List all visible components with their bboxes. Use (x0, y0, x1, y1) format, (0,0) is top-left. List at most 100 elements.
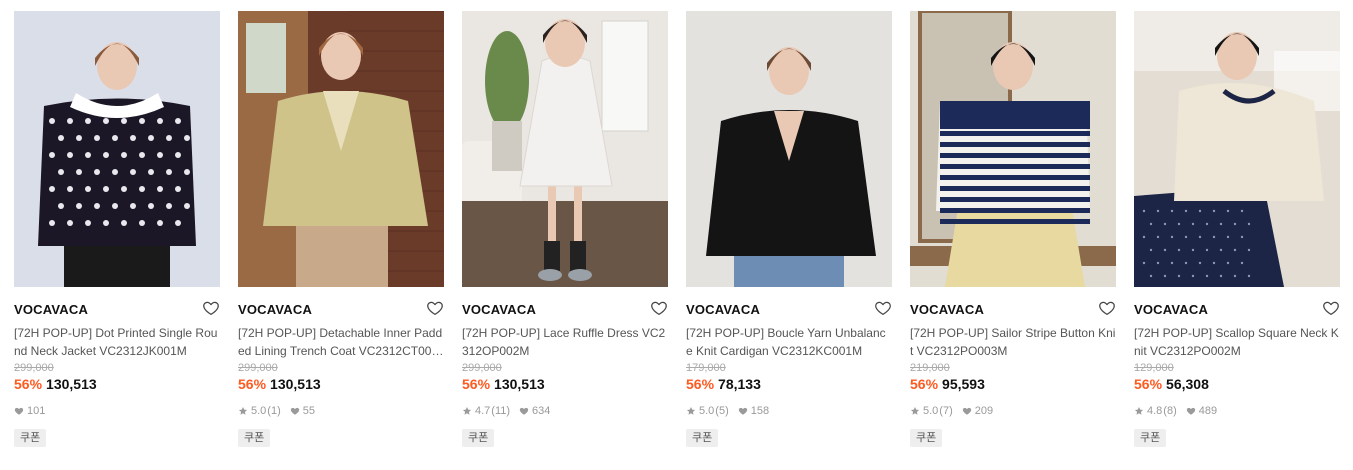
product-image[interactable] (686, 11, 892, 287)
product-image[interactable] (1134, 11, 1340, 287)
product-title[interactable]: [72H POP-UP] Scallop Square Neck Knit VC… (1134, 324, 1340, 360)
star-icon (238, 407, 248, 415)
product-image[interactable] (14, 11, 220, 287)
rating-value: 5.0 (251, 405, 267, 417)
review-meta: 4.7 (11) 634 (462, 404, 668, 418)
sale-price: 130,513 (270, 376, 321, 392)
star-icon (462, 407, 472, 415)
product-image[interactable] (910, 11, 1116, 287)
discount-rate: 56% (910, 376, 939, 392)
product-title[interactable]: [72H POP-UP] Dot Printed Single Round Ne… (14, 324, 220, 360)
brand-name[interactable]: VOCAVACA (686, 302, 760, 317)
product-title[interactable]: [72H POP-UP] Lace Ruffle Dress VC2312OP0… (462, 324, 668, 360)
price-row: 56% 78,133 (686, 375, 892, 393)
like-group: 55 (290, 404, 315, 418)
brand-row: VOCAVACA (686, 301, 892, 319)
brand-row: VOCAVACA (14, 301, 220, 319)
star-icon (910, 407, 920, 415)
brand-name[interactable]: VOCAVACA (14, 302, 88, 317)
heart-filled-icon (519, 407, 529, 415)
product-card[interactable]: VOCAVACA [72H POP-UP] Boucle Yarn Unbala… (686, 11, 892, 447)
like-count: 158 (750, 405, 770, 417)
product-card[interactable]: VOCAVACA [72H POP-UP] Dot Printed Single… (14, 11, 220, 447)
coupon-badge: 쿠폰 (686, 429, 719, 447)
product-image[interactable] (462, 11, 668, 287)
heart-filled-icon (1186, 407, 1195, 415)
product-image[interactable] (238, 11, 444, 287)
price-row: 56% 130,513 (462, 375, 668, 393)
heart-filled-icon (14, 407, 24, 415)
brand-row: VOCAVACA (910, 301, 1116, 319)
price-row: 56% 95,593 (910, 375, 1116, 393)
brand-row: VOCAVACA (238, 301, 444, 319)
brand-name[interactable]: VOCAVACA (238, 302, 312, 317)
like-count: 101 (27, 405, 46, 417)
coupon-badge: 쿠폰 (462, 429, 495, 447)
rating-value: 5.0 (923, 405, 939, 417)
original-price: 299,000 (462, 362, 502, 374)
price-row: 56% 130,513 (238, 375, 444, 393)
star-icon (686, 407, 696, 415)
product-photo (14, 11, 220, 287)
review-meta: 5.0 (7) 209 (910, 404, 1116, 418)
wishlist-heart-icon[interactable] (1098, 299, 1116, 317)
original-price: 179,000 (686, 362, 726, 374)
coupon-badge: 쿠폰 (910, 429, 943, 447)
coupon-badge: 쿠폰 (1134, 429, 1167, 447)
product-title[interactable]: [72H POP-UP] Sailor Stripe Button Knit V… (910, 324, 1116, 360)
original-price: 299,000 (14, 362, 54, 374)
review-count: (11) (491, 405, 511, 417)
like-group: 489 (1186, 404, 1217, 418)
price-row: 56% 56,308 (1134, 375, 1340, 393)
heart-filled-icon (738, 407, 747, 415)
like-group: 158 (738, 404, 769, 418)
wishlist-heart-icon[interactable] (874, 299, 892, 317)
discount-rate: 56% (462, 376, 491, 392)
discount-rate: 56% (238, 376, 267, 392)
product-card[interactable]: VOCAVACA [72H POP-UP] Sailor Stripe Butt… (910, 11, 1116, 447)
original-price: 129,000 (1134, 362, 1174, 374)
brand-name[interactable]: VOCAVACA (910, 302, 984, 317)
like-count: 634 (532, 405, 551, 417)
original-price: 219,000 (910, 362, 950, 374)
rating-group: 4.8 (8) (1134, 404, 1177, 418)
review-meta: 4.8 (8) 489 (1134, 404, 1340, 418)
discount-rate: 56% (14, 376, 43, 392)
review-count: (7) (939, 405, 953, 417)
sale-price: 78,133 (718, 376, 761, 392)
product-title[interactable]: [72H POP-UP] Detachable Inner Padded Lin… (238, 324, 444, 360)
rating-group: 5.0 (5) (686, 404, 729, 418)
product-card[interactable]: VOCAVACA [72H POP-UP] Detachable Inner P… (238, 11, 444, 447)
product-photo (238, 11, 444, 287)
review-meta: 5.0 (1) 55 (238, 404, 444, 418)
review-count: (8) (1163, 405, 1177, 417)
discount-rate: 56% (1134, 376, 1163, 392)
like-count: 55 (302, 405, 315, 417)
price-row: 56% 130,513 (14, 375, 220, 393)
wishlist-heart-icon[interactable] (650, 299, 668, 317)
product-card[interactable]: VOCAVACA [72H POP-UP] Scallop Square Nec… (1134, 11, 1340, 447)
brand-name[interactable]: VOCAVACA (1134, 302, 1208, 317)
product-photo (910, 11, 1116, 287)
wishlist-heart-icon[interactable] (426, 299, 444, 317)
product-card[interactable]: VOCAVACA [72H POP-UP] Lace Ruffle Dress … (462, 11, 668, 447)
product-title[interactable]: [72H POP-UP] Boucle Yarn Unbalance Knit … (686, 324, 892, 360)
rating-value: 5.0 (699, 405, 715, 417)
brand-name[interactable]: VOCAVACA (462, 302, 536, 317)
rating-group: 5.0 (7) (910, 404, 953, 418)
review-meta: 5.0 (5) 158 (686, 404, 892, 418)
sale-price: 95,593 (942, 376, 985, 392)
sale-price: 56,308 (1166, 376, 1209, 392)
review-count: (5) (715, 405, 729, 417)
star-icon (1134, 407, 1144, 415)
like-group: 101 (14, 404, 45, 418)
wishlist-heart-icon[interactable] (202, 299, 220, 317)
original-price: 299,000 (238, 362, 278, 374)
rating-group: 4.7 (11) (462, 404, 510, 418)
rating-group: 5.0 (1) (238, 404, 281, 418)
product-photo (686, 11, 892, 287)
brand-row: VOCAVACA (462, 301, 668, 319)
wishlist-heart-icon[interactable] (1322, 299, 1340, 317)
like-group: 209 (962, 404, 993, 418)
brand-row: VOCAVACA (1134, 301, 1340, 319)
